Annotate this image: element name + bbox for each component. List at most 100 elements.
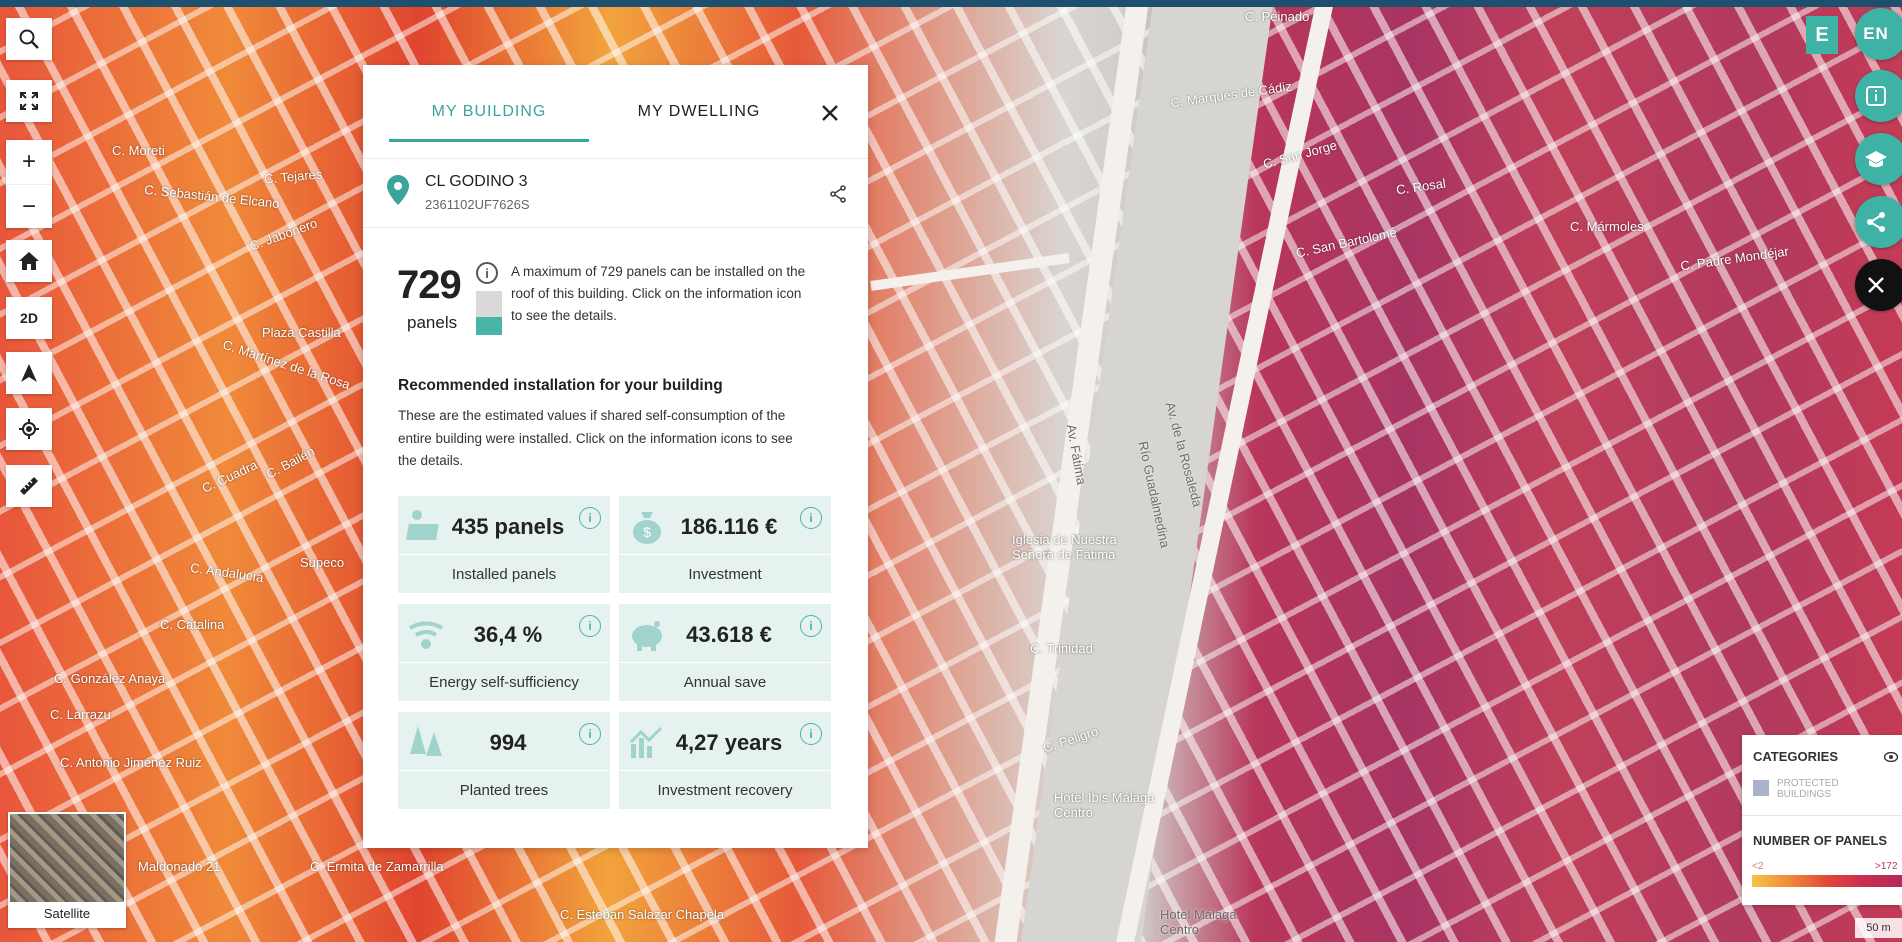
card-value: 4,27 years — [675, 730, 783, 755]
map-view[interactable]: C. Peinado C. Marqués de Cádiz C. San Jo… — [0, 7, 1902, 942]
panel-tabs: MY BUILDING MY DWELLING — [389, 103, 839, 143]
map-label: C. Antonio Jiménez Ruiz — [60, 755, 202, 770]
map-label: C. Esteban Salazar Chapela — [560, 907, 725, 922]
map-scale: 50 m — [1855, 918, 1902, 938]
home-button[interactable] — [6, 240, 52, 282]
map-label: C. Cuadra — [199, 457, 260, 496]
recommended-description: These are the estimated values if shared… — [398, 408, 793, 468]
tab-my-building[interactable]: MY BUILDING — [389, 103, 589, 142]
card-divider — [619, 770, 831, 771]
max-panels-info-icon[interactable]: i — [476, 262, 498, 284]
map-label: Iglesia de Nuestra Señora de Fátima — [1012, 532, 1117, 562]
card-value: 994 — [489, 730, 527, 755]
mode-2d-button[interactable]: 2D — [6, 297, 52, 339]
info-icon[interactable]: i — [579, 507, 601, 529]
close-overlay-button[interactable] — [1855, 259, 1902, 311]
recommended-title: Recommended installation for your buildi… — [398, 377, 723, 394]
info-icon[interactable]: i — [800, 615, 822, 637]
legend-min-label: <2 — [1752, 861, 1764, 872]
measure-button[interactable] — [6, 465, 52, 507]
card-divider — [398, 770, 610, 771]
language-button[interactable]: EN — [1855, 8, 1902, 60]
info-icon — [1866, 86, 1886, 106]
map-label: C. Padre Mondéjar — [1679, 243, 1790, 274]
card-divider — [398, 662, 610, 663]
legend-categories-title: CATEGORIES — [1753, 749, 1838, 764]
map-label: C. Mármoles — [1570, 219, 1644, 234]
map-label: Plaza Castilla — [262, 325, 341, 340]
cadastral-reference: 2361102UF7626S — [425, 197, 530, 212]
info-button[interactable] — [1855, 70, 1902, 122]
graduation-cap-icon — [1865, 151, 1887, 168]
map-label: C. Peinado — [1245, 9, 1310, 24]
card-divider — [398, 554, 610, 555]
fullscreen-icon — [20, 92, 38, 110]
share-button[interactable] — [1855, 196, 1902, 248]
language-label: EN — [1863, 24, 1889, 43]
info-icon[interactable]: i — [579, 723, 601, 745]
legend-gradient — [1752, 875, 1902, 887]
tab-my-dwelling[interactable]: MY DWELLING — [599, 103, 799, 121]
fullscreen-button[interactable] — [6, 80, 52, 122]
close-panel-button[interactable] — [821, 99, 839, 127]
close-icon — [1868, 277, 1884, 293]
legend-max-label: >172 — [1875, 861, 1898, 872]
top-bar — [0, 0, 1902, 7]
divider — [363, 158, 868, 159]
map-legend: CATEGORIES PROTECTED BUILDINGS NUMBER OF… — [1742, 735, 1902, 905]
card-divider — [619, 662, 831, 663]
brand-logo-button[interactable]: E — [1806, 16, 1838, 54]
map-label: C. Larrazu — [50, 707, 111, 722]
location-pin-icon — [387, 175, 409, 210]
share-icon — [830, 185, 846, 203]
card-value: 435 panels — [451, 514, 565, 539]
share-building-button[interactable] — [829, 185, 847, 208]
map-label: C. Sebastián de Elcano — [143, 181, 281, 212]
card-label: Annual save — [683, 674, 767, 691]
max-panels-unit: panels — [407, 313, 458, 332]
zoom-in-button[interactable]: + — [6, 140, 52, 184]
info-icon[interactable]: i — [579, 615, 601, 637]
info-icon[interactable]: i — [800, 507, 822, 529]
search-button[interactable] — [6, 18, 52, 60]
card-installed-panels: 435 panels i Installed panels — [398, 496, 610, 593]
protected-buildings-swatch — [1753, 780, 1769, 796]
map-label: C. Catalina — [160, 617, 225, 632]
building-info-panel: MY BUILDING MY DWELLING CL GODINO 3 2361… — [363, 65, 868, 848]
max-panels-count: 729 — [397, 263, 462, 307]
protected-buildings-label: PROTECTED BUILDINGS — [1777, 778, 1839, 800]
map-label: C. Moreti — [112, 143, 165, 158]
satellite-toggle[interactable]: Satellite — [8, 812, 126, 928]
zoom-out-button[interactable]: − — [6, 184, 52, 228]
satellite-label: Satellite — [43, 906, 91, 921]
search-icon — [19, 29, 39, 49]
card-label: Installed panels — [451, 566, 557, 583]
mode-2d-label: 2D — [20, 310, 38, 326]
map-label: C. Ermita de Zamarrilla — [310, 859, 444, 874]
map-label: C. Tejares — [263, 166, 323, 187]
card-investment: $ 186.116 € i Investment — [619, 496, 831, 593]
legend-divider — [1742, 815, 1902, 816]
map-label: C. Rosal — [1395, 175, 1447, 198]
max-panels-description: A maximum of 729 panels can be installed… — [511, 264, 806, 323]
map-label: C. González Anaya — [54, 671, 166, 686]
map-label: C. Jabonero — [247, 215, 320, 254]
education-button[interactable] — [1855, 133, 1902, 185]
map-label: Maldonado 21 — [138, 859, 221, 874]
brand-letter: E — [1815, 23, 1829, 46]
visibility-eye-icon[interactable] — [1883, 749, 1899, 765]
map-label: Hotel Ibis Málaga Centro — [1054, 790, 1155, 820]
card-label: Investment recovery — [657, 782, 793, 799]
info-icon[interactable]: i — [800, 723, 822, 745]
map-label: Hotel Málaga Centro — [1160, 907, 1237, 937]
building-address: CL GODINO 3 — [425, 173, 528, 190]
north-button[interactable] — [6, 352, 52, 394]
card-value: 36,4 % — [473, 622, 543, 647]
legend-panels-title: NUMBER OF PANELS — [1753, 833, 1888, 848]
card-label: Investment — [688, 566, 762, 583]
card-value: 186.116 € — [680, 514, 778, 539]
map-label: C. Trinidad — [1030, 641, 1093, 656]
satellite-thumbnail — [10, 814, 124, 902]
locate-button[interactable] — [6, 408, 52, 450]
road — [870, 253, 1070, 291]
